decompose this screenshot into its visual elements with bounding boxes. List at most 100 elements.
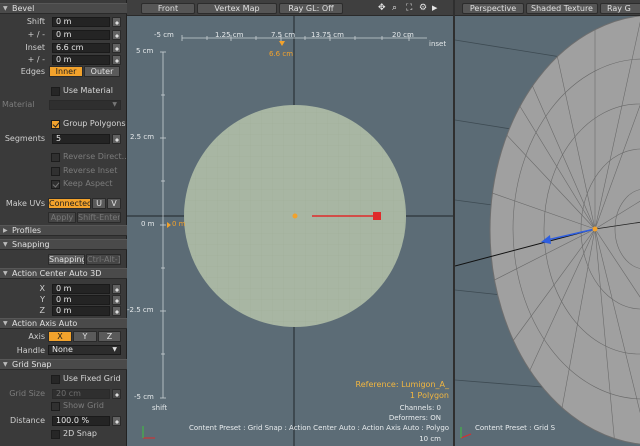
- ruler-tick-label: 1.25 cm: [215, 31, 244, 39]
- handle-value: None: [52, 345, 73, 354]
- collapse-arrow-icon: ▼: [3, 241, 8, 248]
- action-center-z-spinner[interactable]: [112, 306, 121, 316]
- vruler-tick-label: -2.5 cm: [127, 306, 154, 314]
- make-uvs-label: Make UVs: [5, 199, 45, 208]
- shift-plusminus-spinner[interactable]: [112, 30, 121, 40]
- collapse-arrow-icon: ▼: [3, 5, 8, 12]
- reverse-inset-checkbox[interactable]: [51, 167, 60, 176]
- action-center-icon[interactable]: [592, 226, 598, 232]
- front-viewport[interactable]: Front Vertex Map Ray GL: Off ✥ ⌕ ⛶ ⚙ ▶ -…: [127, 0, 453, 446]
- grid-size-spinner[interactable]: [112, 389, 121, 399]
- segments-label: Segments: [4, 134, 45, 143]
- axis-z-button[interactable]: Z: [98, 331, 121, 342]
- grid-size-field[interactable]: 20 cm: [52, 389, 110, 399]
- group-polygons-checkbox[interactable]: [51, 120, 60, 129]
- inset-plusminus-field[interactable]: 0 m: [52, 55, 110, 65]
- shift-label: Shift: [26, 17, 45, 26]
- dropdown-arrow-icon: ▼: [112, 101, 117, 108]
- collapse-arrow-icon: ▼: [3, 361, 8, 368]
- inset-field[interactable]: 6.6 cm: [52, 43, 110, 53]
- edges-inner-button[interactable]: Inner: [49, 66, 83, 77]
- tab-ray-gl[interactable]: Ray GL: Off: [279, 3, 343, 14]
- inset-plusminus-spinner[interactable]: [112, 55, 121, 65]
- vruler-tick-label: -5 cm: [134, 393, 154, 401]
- inset-ruler-marker-icon[interactable]: [279, 41, 285, 46]
- snapping-title: Snapping: [12, 240, 50, 249]
- reference-info: Reference: Lumigon_A_: [355, 380, 449, 389]
- zoom-icon[interactable]: ⌕: [392, 3, 397, 13]
- segments-field[interactable]: 5: [52, 134, 110, 144]
- action-axis-title: Action Axis Auto: [12, 319, 78, 328]
- grid-snap-section-header[interactable]: ▼ Grid Snap: [0, 359, 127, 370]
- inset-ruler-value: 6.6 cm: [269, 50, 294, 58]
- viewport-menu-icon[interactable]: ▶: [432, 3, 437, 13]
- vruler-tick-label: 5 cm: [136, 47, 154, 55]
- action-center-y-spinner[interactable]: [112, 295, 121, 305]
- use-fixed-grid-checkbox[interactable]: [51, 375, 60, 384]
- action-center-y-field[interactable]: 0 m: [52, 295, 110, 305]
- action-axis-section-header[interactable]: ▼ Action Axis Auto: [0, 318, 127, 329]
- keep-aspect-checkbox[interactable]: [51, 180, 60, 189]
- shift-ruler-unit: shift: [152, 404, 168, 412]
- profiles-section-header[interactable]: ▶ Profiles: [0, 225, 127, 236]
- inset-spinner[interactable]: [112, 43, 121, 53]
- action-center-z-label: Z: [39, 306, 45, 315]
- shift-ruler-marker-icon[interactable]: [167, 222, 171, 228]
- 2d-snap-checkbox[interactable]: [51, 430, 60, 439]
- grid-snap-title: Grid Snap: [12, 360, 52, 369]
- ruler-tick-label: 20 cm: [392, 31, 414, 39]
- action-center-z-field[interactable]: 0 m: [52, 306, 110, 316]
- distance-spinner[interactable]: [112, 416, 121, 426]
- distance-field[interactable]: 100.0 %: [52, 416, 110, 426]
- use-material-label: Use Material: [63, 86, 113, 95]
- show-grid-checkbox[interactable]: [51, 402, 60, 411]
- group-polygons-label: Group Polygons: [63, 119, 126, 128]
- make-uvs-u-button[interactable]: U: [92, 198, 106, 209]
- action-center-x-spinner[interactable]: [112, 284, 121, 294]
- perspective-viewport-canvas[interactable]: [455, 0, 640, 446]
- inset-handle-icon[interactable]: [373, 212, 381, 220]
- channels-info: Channels: 0: [399, 404, 441, 412]
- scene-info: Reference: Lumigon_A_ 1 Polygon: [356, 379, 449, 401]
- action-center-title: Action Center Auto 3D: [12, 269, 102, 278]
- material-dropdown[interactable]: ▼: [49, 100, 121, 110]
- make-uvs-connected-button[interactable]: Connected: [48, 198, 91, 209]
- edges-outer-button[interactable]: Outer: [84, 66, 120, 77]
- apply-button[interactable]: Apply: [48, 212, 76, 223]
- tab-shaded-texture[interactable]: Shaded Texture: [526, 3, 598, 14]
- action-center-x-field[interactable]: 0 m: [52, 284, 110, 294]
- shift-field[interactable]: 0 m: [52, 17, 110, 27]
- segments-spinner[interactable]: [112, 134, 121, 144]
- action-center-icon[interactable]: [292, 213, 298, 219]
- move-view-icon[interactable]: ✥: [378, 3, 386, 13]
- front-axis-gizmo: [142, 426, 155, 439]
- snapping-section-header[interactable]: ▼ Snapping: [0, 239, 127, 250]
- perspective-disc[interactable]: [489, 15, 640, 445]
- tab-front[interactable]: Front: [141, 3, 195, 14]
- tab-perspective[interactable]: Perspective: [462, 3, 524, 14]
- snapping-button[interactable]: Snapping: [48, 254, 85, 265]
- perspective-axis-gizmo: [460, 427, 472, 439]
- reverse-direction-label: Reverse Direct...: [63, 152, 130, 161]
- front-viewport-toolbar: Front Vertex Map Ray GL: Off ✥ ⌕ ⛶ ⚙ ▶: [127, 0, 453, 16]
- polygon-count: 1 Polygon: [409, 391, 449, 400]
- tab-ray-gl[interactable]: Ray G: [600, 3, 640, 14]
- status-line: Content Preset : Grid Snap : Action Cent…: [189, 424, 450, 432]
- handle-dropdown[interactable]: None ▼: [48, 345, 121, 355]
- tab-vertex-map[interactable]: Vertex Map: [197, 3, 277, 14]
- shift-spinner[interactable]: [112, 17, 121, 27]
- use-material-checkbox[interactable]: [51, 87, 60, 96]
- make-uvs-v-button[interactable]: V: [107, 198, 121, 209]
- gear-icon[interactable]: ⚙: [419, 3, 427, 13]
- action-center-section-header[interactable]: ▼ Action Center Auto 3D: [0, 268, 127, 279]
- shift-plusminus-field[interactable]: 0 m: [52, 30, 110, 40]
- fit-view-icon[interactable]: ⛶: [406, 3, 412, 13]
- reverse-direction-checkbox[interactable]: [51, 153, 60, 162]
- bevel-section-header[interactable]: ▼ Bevel: [0, 3, 127, 14]
- bevel-title: Bevel: [12, 4, 35, 13]
- perspective-viewport[interactable]: Perspective Shaded Texture Ray G Content…: [453, 0, 640, 446]
- axis-x-button[interactable]: X: [48, 331, 72, 342]
- 2d-snap-label: 2D Snap: [63, 429, 97, 438]
- shift-enter-shortcut: Shift-Enter: [77, 212, 121, 223]
- axis-y-button[interactable]: Y: [73, 331, 97, 342]
